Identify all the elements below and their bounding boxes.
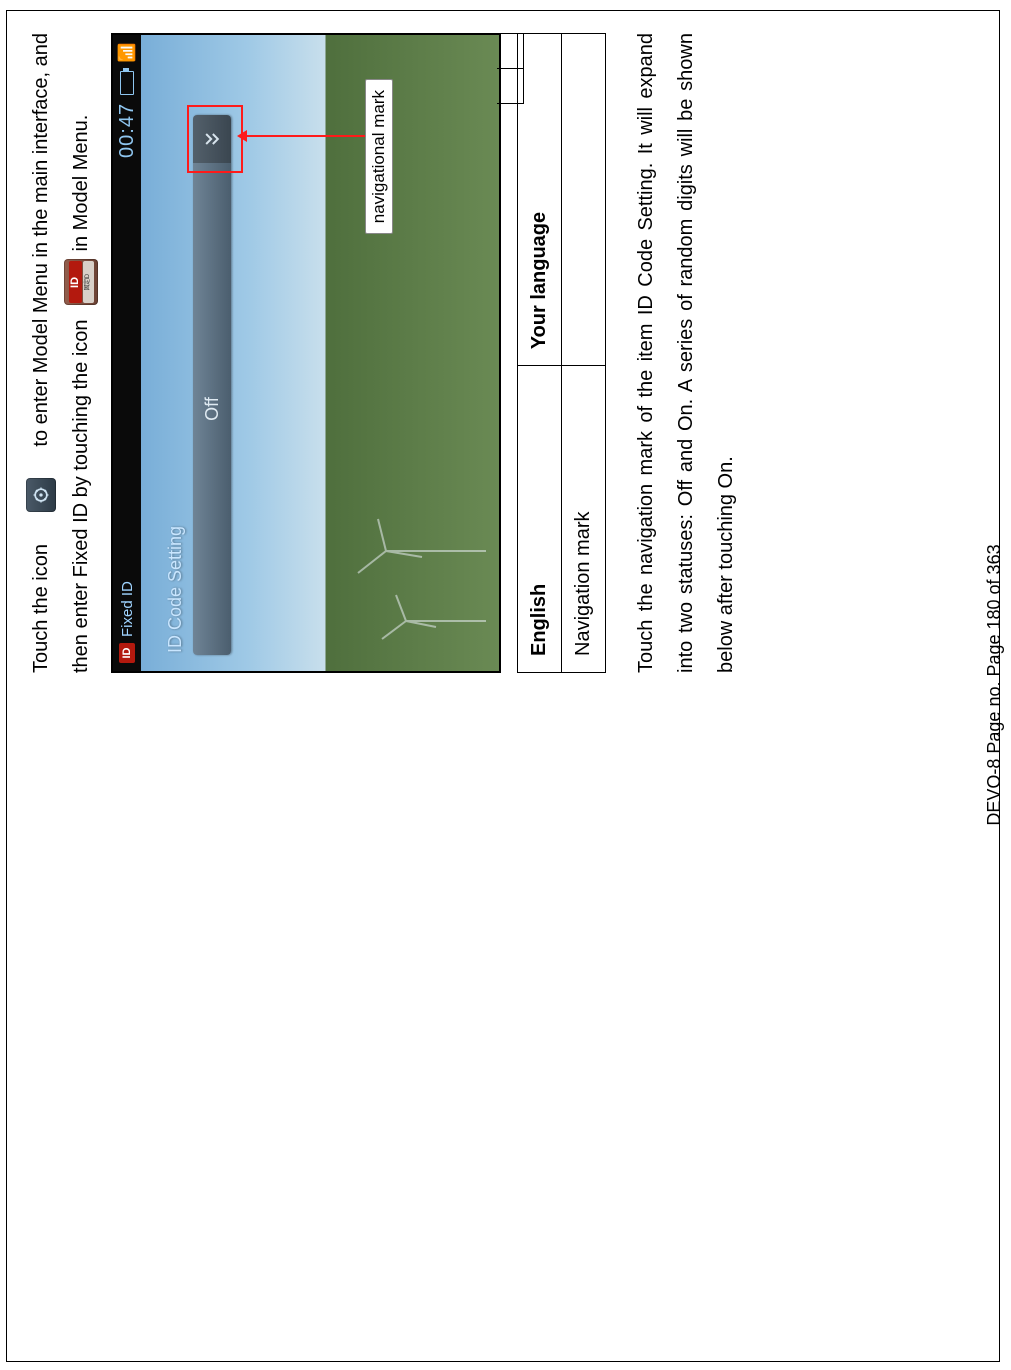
page-footer: DEVO-8 Page no. Page 180 of 363 — [984, 0, 1005, 1370]
battery-icon — [120, 71, 134, 95]
intro-text-1b: to enter Model Menu in the main interfac… — [21, 33, 61, 447]
page-frame: Touch the icon to enter Model Menu in th… — [6, 10, 1000, 1362]
intro-text-1a: Touch the icon — [21, 544, 61, 673]
fixed-id-icon-top: ID — [69, 261, 82, 303]
device-screenshot: ID Fixed ID 00:47 📶 ID Code Setting Off — [111, 33, 501, 673]
topbar-id-badge: ID — [119, 643, 135, 663]
row-label: ID Code Setting — [165, 526, 186, 653]
table-row: English Your language — [518, 34, 562, 673]
chevron-double-down-icon — [202, 129, 222, 149]
th-english: English — [518, 366, 562, 673]
model-menu-icon — [26, 478, 56, 512]
body-paragraph: Touch the navigation mark of the item ID… — [626, 33, 746, 673]
callout-label: navigational mark — [365, 79, 393, 234]
wind-turbines-graphic — [346, 461, 491, 661]
topbar-clock: 00:47 — [116, 103, 139, 158]
stray-cell-artifact — [497, 33, 524, 104]
setting-row[interactable]: Off — [193, 115, 231, 655]
topbar-title: Fixed ID — [119, 581, 136, 637]
setting-value: Off — [193, 163, 231, 655]
intro-text-2b: in Model Menu. — [61, 115, 101, 252]
th-your-language: Your language — [518, 34, 562, 366]
fixed-id-icon: ID 固定ID — [64, 259, 98, 305]
td-en: Navigation mark — [562, 366, 606, 673]
intro-text-2a: then enter Fixed ID by touching the icon — [61, 319, 101, 673]
intro-paragraph: Touch the icon to enter Model Menu in th… — [21, 33, 101, 673]
td-other — [562, 34, 606, 366]
nav-mark-button[interactable] — [193, 115, 231, 163]
translation-table: English Your language Navigation mark — [517, 33, 606, 673]
antenna-icon: 📶 — [117, 43, 137, 63]
screenshot-topbar: ID Fixed ID 00:47 📶 — [113, 35, 141, 671]
fixed-id-icon-bottom: 固定ID — [83, 261, 94, 303]
table-row: Navigation mark — [562, 34, 606, 673]
callout-arrow — [239, 135, 367, 137]
